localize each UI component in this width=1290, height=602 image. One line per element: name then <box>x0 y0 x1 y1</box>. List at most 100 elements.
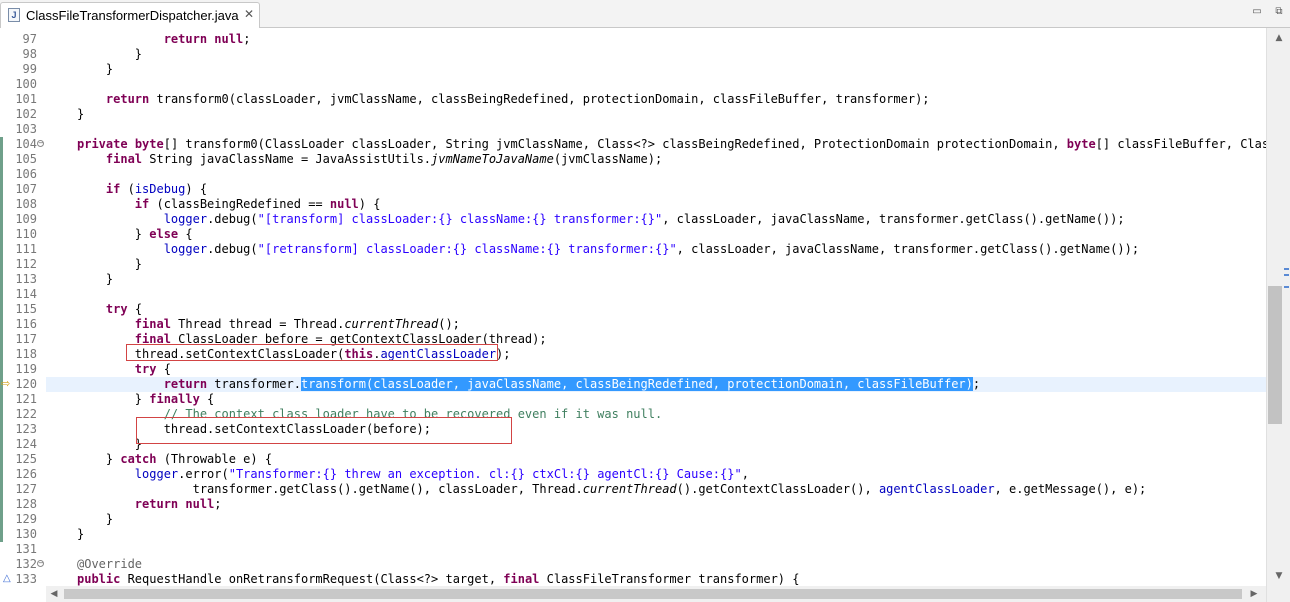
scroll-up-icon[interactable]: ▲ <box>1271 30 1287 46</box>
line-number-row[interactable]: 102 <box>0 107 46 122</box>
line-number-row[interactable]: 103 <box>0 122 46 137</box>
tab-classfiletransformerdispatcher[interactable]: J ClassFileTransformerDispatcher.java ✕ <box>0 2 260 28</box>
code-line[interactable]: } catch (Throwable e) { <box>46 452 1266 467</box>
line-number-row[interactable]: 132− <box>0 557 46 572</box>
line-number-row[interactable]: 117 <box>0 332 46 347</box>
line-number-row[interactable]: 115 <box>0 302 46 317</box>
code-line[interactable] <box>46 167 1266 182</box>
close-icon[interactable]: ✕ <box>241 6 257 22</box>
code-line[interactable]: return null; <box>46 497 1266 512</box>
code-line[interactable]: transformer.getClass().getName(), classL… <box>46 482 1266 497</box>
overview-ruler-mark[interactable] <box>1284 286 1289 288</box>
line-number-row[interactable]: 107 <box>0 182 46 197</box>
code-line[interactable] <box>46 122 1266 137</box>
code-line[interactable]: } <box>46 62 1266 77</box>
code-line[interactable]: final Thread thread = Thread.currentThre… <box>46 317 1266 332</box>
line-number-row[interactable]: 106 <box>0 167 46 182</box>
code-line[interactable]: if (classBeingRedefined == null) { <box>46 197 1266 212</box>
horizontal-scrollbar[interactable]: ◀ ▶ <box>46 586 1266 602</box>
scroll-left-icon[interactable]: ◀ <box>46 586 62 602</box>
code-line[interactable]: final ClassLoader before = getContextCla… <box>46 332 1266 347</box>
vertical-scroll-thumb[interactable] <box>1268 286 1282 424</box>
line-number-row[interactable]: 119 <box>0 362 46 377</box>
code-token: finally <box>149 392 200 406</box>
line-number-row[interactable]: 104− <box>0 137 46 152</box>
line-number: 105 <box>15 152 37 166</box>
line-number-row[interactable]: 99 <box>0 62 46 77</box>
code-line[interactable]: thread.setContextClassLoader(before); <box>46 422 1266 437</box>
code-token: (classBeingRedefined == <box>149 197 330 211</box>
fold-collapse-icon[interactable]: − <box>37 560 44 567</box>
code-line[interactable]: } finally { <box>46 392 1266 407</box>
code-line[interactable]: try { <box>46 362 1266 377</box>
code-line[interactable]: return transform0(classLoader, jvmClassN… <box>46 92 1266 107</box>
code-line[interactable] <box>46 542 1266 557</box>
code-line[interactable]: private byte[] transform0(ClassLoader cl… <box>46 137 1266 152</box>
code-line-current[interactable]: return transformer.transform(classLoader… <box>46 377 1266 392</box>
line-number-row[interactable]: 123 <box>0 422 46 437</box>
line-number-row[interactable]: 121 <box>0 392 46 407</box>
code-token: agentClassLoader <box>380 347 497 361</box>
line-number-row[interactable]: ⇨ 120 <box>0 377 46 392</box>
line-number-row[interactable]: 130 <box>0 527 46 542</box>
line-number-row[interactable]: 110 <box>0 227 46 242</box>
code-line[interactable]: // The context class loader have to be r… <box>46 407 1266 422</box>
code-line[interactable]: } <box>46 527 1266 542</box>
minimize-icon[interactable]: ▭ <box>1250 6 1264 18</box>
horizontal-scroll-thumb[interactable] <box>64 589 1242 599</box>
line-number-row[interactable]: 122 <box>0 407 46 422</box>
code-line[interactable]: } <box>46 107 1266 122</box>
line-number-row[interactable]: 126 <box>0 467 46 482</box>
line-number-row[interactable]: 113 <box>0 272 46 287</box>
code-line[interactable]: logger.debug("[transform] classLoader:{}… <box>46 212 1266 227</box>
line-number-row[interactable]: 118 <box>0 347 46 362</box>
overview-ruler-mark[interactable] <box>1284 274 1289 276</box>
line-number-row[interactable]: 127 <box>0 482 46 497</box>
code-line[interactable]: final String javaClassName = JavaAssistU… <box>46 152 1266 167</box>
code-line[interactable]: } <box>46 272 1266 287</box>
line-number-row[interactable]: 101 <box>0 92 46 107</box>
code-line[interactable]: } else { <box>46 227 1266 242</box>
editor-tab-bar: J ClassFileTransformerDispatcher.java ✕ … <box>0 0 1290 28</box>
code-line[interactable]: } <box>46 257 1266 272</box>
line-number-row[interactable]: 111 <box>0 242 46 257</box>
line-number-row[interactable]: 97 <box>0 32 46 47</box>
line-number-row[interactable]: 129 <box>0 512 46 527</box>
line-number-row[interactable]: 98 <box>0 47 46 62</box>
code-token: ( <box>120 182 135 196</box>
code-line[interactable]: } <box>46 512 1266 527</box>
line-number-row[interactable]: 125 <box>0 452 46 467</box>
line-number-row[interactable]: 108 <box>0 197 46 212</box>
code-line[interactable]: } <box>46 437 1266 452</box>
code-line[interactable]: try { <box>46 302 1266 317</box>
code-line[interactable] <box>46 77 1266 92</box>
code-line[interactable]: logger.debug("[retransform] classLoader:… <box>46 242 1266 257</box>
scroll-down-icon[interactable]: ▼ <box>1271 568 1287 584</box>
line-number-row[interactable]: 128 <box>0 497 46 512</box>
code-line[interactable] <box>46 287 1266 302</box>
line-number-row[interactable]: 109 <box>0 212 46 227</box>
line-number-row[interactable]: 100 <box>0 77 46 92</box>
line-number-gutter[interactable]: 97 98 99 100 101 102 103 104−105 106 107 108 109 110… <box>0 28 46 588</box>
overview-ruler-mark[interactable] <box>1284 268 1289 270</box>
code-editor[interactable]: public RequestHandle onRetransformReques… <box>46 28 1266 588</box>
line-number-row[interactable]: 105 <box>0 152 46 167</box>
code-line[interactable]: return null; <box>46 32 1266 47</box>
code-line[interactable]: logger.error("Transformer:{} threw an ex… <box>46 467 1266 482</box>
line-number-row[interactable]: 116 <box>0 317 46 332</box>
maximize-icon[interactable]: ⧉ <box>1272 6 1286 18</box>
line-number-row[interactable]: 131 <box>0 542 46 557</box>
code-line[interactable]: public RequestHandle onRetransformReques… <box>46 572 1266 587</box>
fold-collapse-icon[interactable]: − <box>37 140 44 147</box>
scroll-right-icon[interactable]: ▶ <box>1246 586 1262 602</box>
code-line[interactable]: if (isDebug) { <box>46 182 1266 197</box>
line-number-row[interactable]: 114 <box>0 287 46 302</box>
code-line[interactable]: @Override <box>46 557 1266 572</box>
line-number-row[interactable]: △ 133 <box>0 572 46 587</box>
vertical-scrollbar[interactable]: ▲ ▼ <box>1266 28 1290 602</box>
code-line[interactable]: } <box>46 47 1266 62</box>
code-line[interactable]: thread.setContextClassLoader(this.agentC… <box>46 347 1266 362</box>
line-number-row[interactable]: 124 <box>0 437 46 452</box>
line-number-row[interactable]: 112 <box>0 257 46 272</box>
